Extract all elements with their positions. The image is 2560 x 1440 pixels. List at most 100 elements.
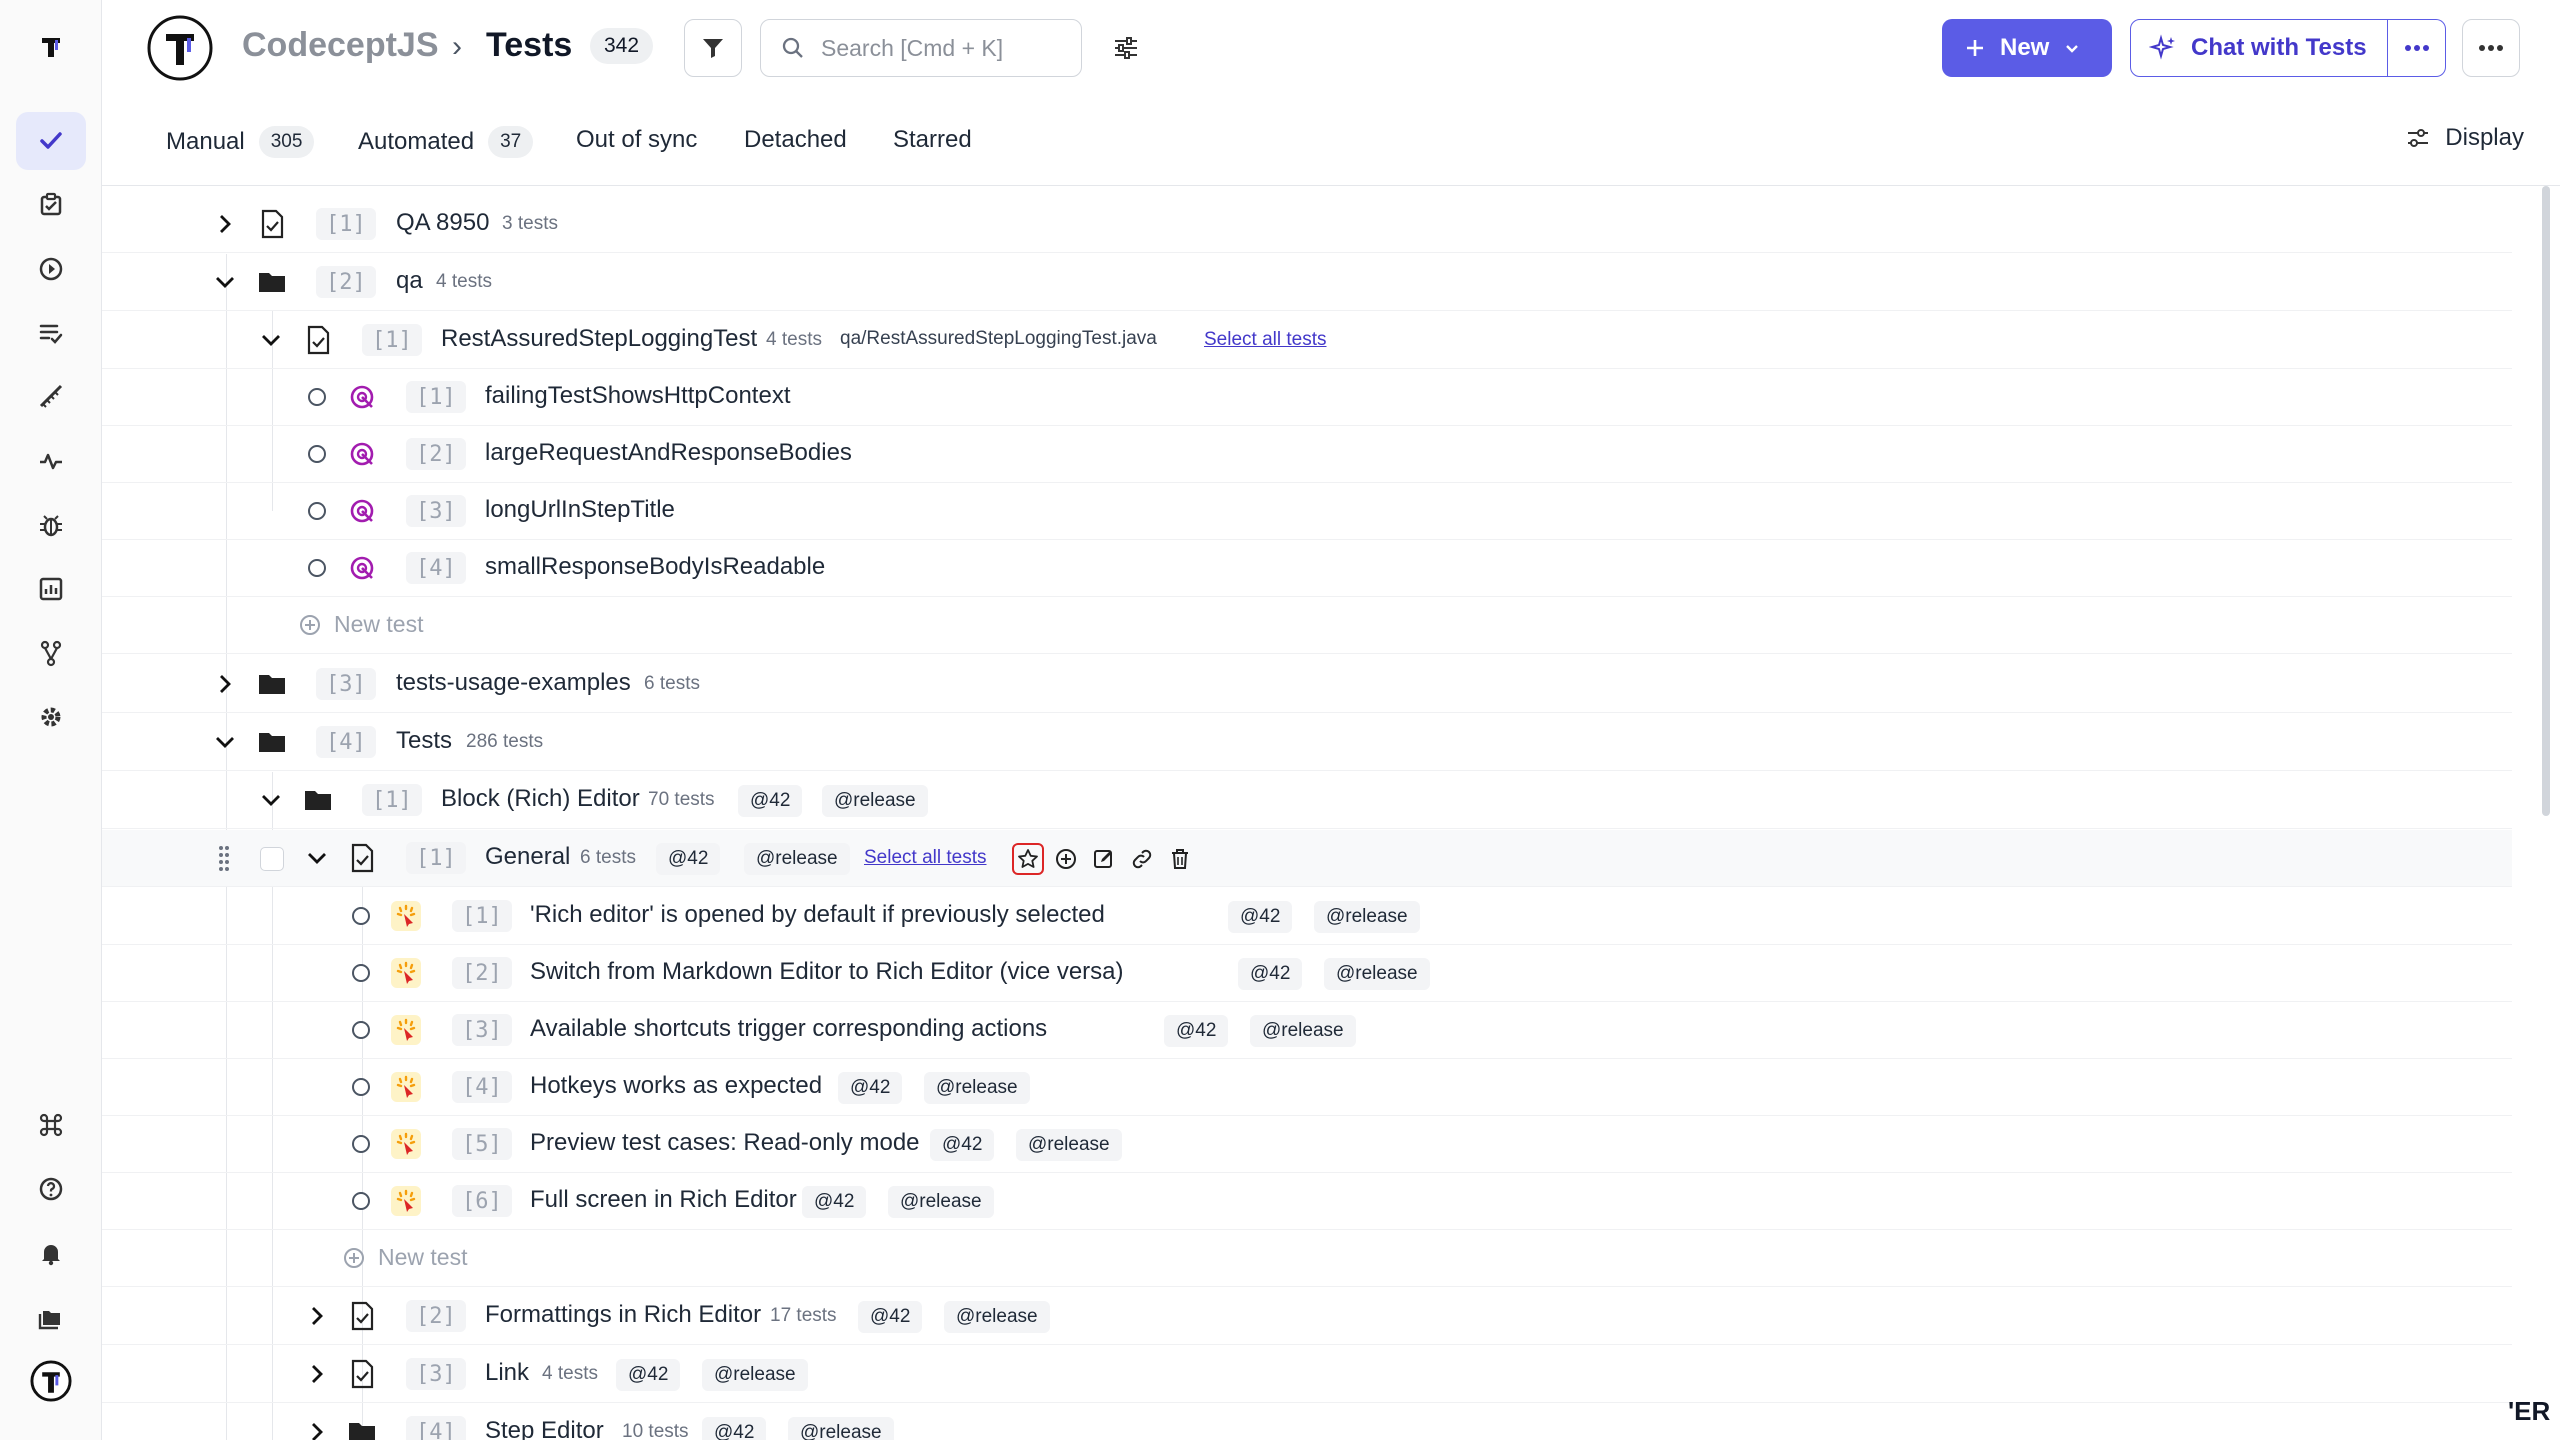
test-title[interactable]: Switch from Markdown Editor to Rich Edit… (530, 958, 1124, 986)
tree-row-test[interactable]: [6] Full screen in Rich Editor @42 @rele… (102, 1173, 2512, 1230)
test-title[interactable]: largeRequestAndResponseBodies (485, 439, 852, 467)
chevron-down-icon[interactable] (212, 269, 238, 295)
tag-badge[interactable]: @42 (1228, 901, 1293, 933)
rail-help[interactable] (16, 1160, 86, 1218)
chevron-right-icon[interactable] (304, 1419, 330, 1440)
test-title[interactable]: Preview test cases: Read-only mode (530, 1129, 920, 1157)
tree-row-suite[interactable]: [1] QA 8950 3 tests (102, 196, 2512, 253)
tree-row-suite[interactable]: [2] Formattings in Rich Editor 17 tests … (102, 1288, 2512, 1345)
search-box[interactable] (760, 19, 1082, 77)
test-title[interactable]: smallResponseBodyIsReadable (485, 553, 825, 581)
rail-defects[interactable] (16, 496, 86, 554)
rail-analytics[interactable] (16, 560, 86, 618)
new-test-button[interactable]: New test (342, 1244, 467, 1271)
rail-checklist[interactable] (16, 304, 86, 362)
test-title[interactable]: 'Rich editor' is opened by default if pr… (530, 901, 1105, 929)
tree-row-test[interactable]: [4] smallResponseBodyIsReadable (102, 540, 2512, 597)
delete-suite-button[interactable] (1164, 843, 1196, 875)
rail-steps[interactable] (16, 368, 86, 426)
tree-row-suite[interactable]: [3] Link 4 tests @42 @release (102, 1346, 2512, 1403)
star-button[interactable] (1012, 843, 1044, 875)
tree-scrollbar[interactable] (2542, 186, 2550, 816)
tag-badge[interactable]: @42 (858, 1301, 923, 1333)
tree-row-test[interactable]: [2] Switch from Markdown Editor to Rich … (102, 945, 2512, 1002)
select-checkbox[interactable] (260, 847, 284, 871)
tag-badge[interactable]: @42 (702, 1417, 767, 1440)
tab-detached[interactable]: Detached (744, 126, 847, 154)
tree-row-test[interactable]: [3] Available shortcuts trigger correspo… (102, 1002, 2512, 1059)
tree-row-test[interactable]: [4] Hotkeys works as expected @42 @relea… (102, 1059, 2512, 1116)
new-button[interactable]: New (1942, 19, 2112, 77)
tab-out-of-sync[interactable]: Out of sync (576, 126, 697, 154)
rail-account[interactable] (16, 1352, 86, 1410)
test-title[interactable]: failingTestShowsHttpContext (485, 382, 790, 410)
view-settings-button[interactable] (1104, 26, 1148, 70)
tag-badge[interactable]: @release (1016, 1129, 1122, 1161)
breadcrumb-project[interactable]: CodeceptJS (242, 26, 439, 65)
tag-badge[interactable]: @release (744, 843, 850, 875)
rail-runs[interactable] (16, 240, 86, 298)
edit-suite-button[interactable] (1088, 843, 1120, 875)
tag-badge[interactable]: @42 (1238, 958, 1303, 990)
suite-title[interactable]: Formattings in Rich Editor (485, 1301, 761, 1329)
tag-badge[interactable]: @release (1250, 1015, 1356, 1047)
tree-row-test[interactable]: [1] 'Rich editor' is opened by default i… (102, 888, 2512, 945)
tag-badge[interactable]: @42 (930, 1129, 995, 1161)
tree-row-suite[interactable]: [1] RestAssuredStepLoggingTest 4 tests q… (102, 312, 2512, 369)
select-all-tests-link[interactable]: Select all tests (864, 847, 987, 869)
display-button[interactable]: Display (2405, 124, 2524, 152)
search-input[interactable] (821, 34, 1061, 62)
test-title[interactable]: Hotkeys works as expected (530, 1072, 822, 1100)
tree-row-folder[interactable]: [4] Tests 286 tests (102, 714, 2512, 771)
tag-badge[interactable]: @release (944, 1301, 1050, 1333)
tag-badge[interactable]: @42 (838, 1072, 903, 1104)
new-test-button[interactable]: New test (298, 611, 423, 638)
tree-row-test[interactable]: [2] largeRequestAndResponseBodies (102, 426, 2512, 483)
tag-badge[interactable]: @42 (738, 785, 803, 817)
chat-with-tests-button[interactable]: Chat with Tests (2130, 19, 2388, 77)
rail-tests[interactable] (16, 112, 86, 170)
rail-notifications[interactable] (16, 1224, 86, 1282)
chevron-right-icon[interactable] (212, 671, 238, 697)
chevron-down-icon[interactable] (212, 729, 238, 755)
chat-more-button[interactable] (2388, 19, 2446, 77)
folder-title[interactable]: Tests (396, 727, 452, 755)
tag-badge[interactable]: @release (924, 1072, 1030, 1104)
tree-row-test[interactable]: [1] failingTestShowsHttpContext (102, 369, 2512, 426)
rail-pulse[interactable] (16, 432, 86, 490)
brand-logo[interactable] (16, 18, 86, 76)
tag-badge[interactable]: @release (1324, 958, 1430, 990)
rail-plans[interactable] (16, 176, 86, 234)
tag-badge[interactable]: @42 (1164, 1015, 1229, 1047)
folder-title[interactable]: Block (Rich) Editor (441, 785, 640, 813)
tag-badge[interactable]: @release (788, 1417, 894, 1440)
drag-handle-icon[interactable] (218, 844, 230, 872)
chevron-right-icon[interactable] (304, 1303, 330, 1329)
rail-settings[interactable] (16, 688, 86, 746)
select-all-tests-link[interactable]: Select all tests (1204, 329, 1327, 351)
suite-title[interactable]: Link (485, 1359, 529, 1387)
tree-row-test[interactable]: [3] longUrlInStepTitle (102, 483, 2512, 540)
tag-badge[interactable]: @42 (802, 1186, 867, 1218)
test-title[interactable]: Full screen in Rich Editor (530, 1186, 797, 1214)
filter-button[interactable] (684, 19, 742, 77)
tab-starred[interactable]: Starred (893, 126, 972, 154)
chevron-right-icon[interactable] (304, 1361, 330, 1387)
page-more-button[interactable] (2462, 19, 2520, 77)
tab-automated[interactable]: Automated 37 (358, 126, 534, 158)
copy-link-button[interactable] (1126, 843, 1158, 875)
folder-title[interactable]: qa (396, 267, 423, 295)
folder-title[interactable]: Step Editor (485, 1417, 604, 1440)
folder-title[interactable]: tests-usage-examples (396, 669, 631, 697)
tag-badge[interactable]: @42 (616, 1359, 681, 1391)
tag-badge[interactable]: @42 (656, 843, 721, 875)
chevron-down-icon[interactable] (258, 327, 284, 353)
tree-row-test[interactable]: [5] Preview test cases: Read-only mode @… (102, 1116, 2512, 1173)
tag-badge[interactable]: @release (1314, 901, 1420, 933)
chevron-right-icon[interactable] (212, 211, 238, 237)
tree-row-folder[interactable]: [3] tests-usage-examples 6 tests (102, 656, 2512, 713)
rail-branches[interactable] (16, 624, 86, 682)
tag-badge[interactable]: @release (888, 1186, 994, 1218)
add-test-button[interactable] (1050, 843, 1082, 875)
test-title[interactable]: Available shortcuts trigger correspondin… (530, 1015, 1047, 1043)
